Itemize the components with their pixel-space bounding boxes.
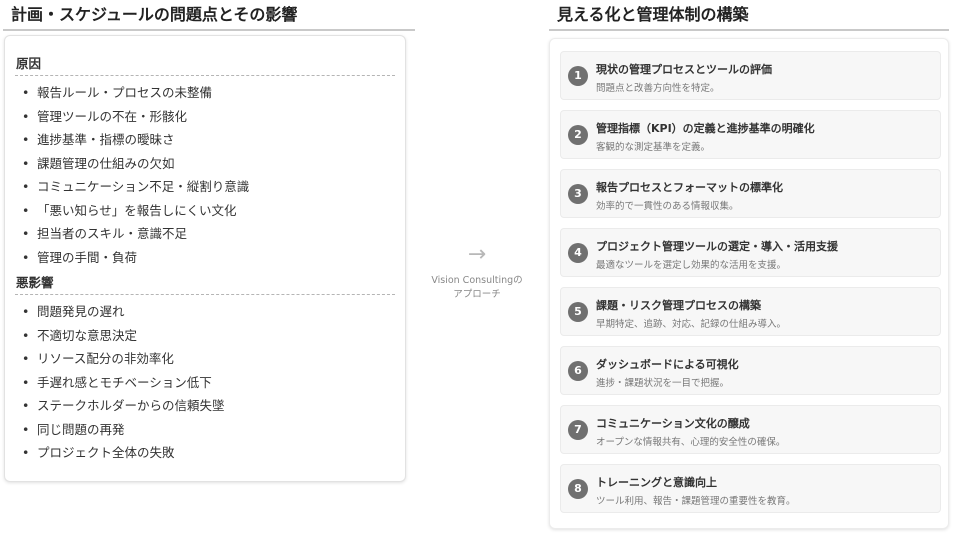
step-card-3: 3 報告プロセスとフォーマットの標準化 効率的で一貫性のある情報収集。 — [560, 169, 941, 218]
list-item: 課題管理の仕組みの欠如 — [15, 152, 395, 176]
step-description: 最適なツールを選定し効果的な活用を支援。 — [596, 260, 787, 271]
step-description: オープンな情報共有、心理的安全性の確保。 — [596, 437, 786, 448]
approach-connector: → Vision Consultingの アプローチ — [430, 242, 524, 302]
step-title: ダッシュボードによる可視化 — [596, 358, 739, 371]
step-title: 管理指標（KPI）の定義と進捗基準の明確化 — [596, 122, 815, 135]
step-title: トレーニングと意識向上 — [596, 476, 717, 489]
list-item: 「悪い知らせ」を報告しにくい文化 — [15, 199, 395, 223]
step-title: 課題・リスク管理プロセスの構築 — [596, 299, 761, 312]
step-title: プロジェクト管理ツールの選定・導入・活用支援 — [596, 240, 838, 253]
causes-heading: 原因 — [15, 54, 395, 76]
problems-title: 計画・スケジュールの問題点とその影響 — [3, 3, 415, 31]
step-number-badge: 4 — [568, 243, 588, 263]
list-item: 管理の手間・負荷 — [15, 246, 395, 270]
list-item: 問題発見の遅れ — [15, 300, 395, 324]
step-number-badge: 2 — [568, 125, 588, 145]
step-title: 現状の管理プロセスとツールの評価 — [596, 63, 772, 76]
step-title: 報告プロセスとフォーマットの標準化 — [596, 181, 783, 194]
step-number-badge: 1 — [568, 66, 588, 86]
list-item: コミュニケーション不足・縦割り意識 — [15, 175, 395, 199]
problems-card: 原因 報告ルール・プロセスの未整備 管理ツールの不在・形骸化 進捗基準・指標の曖… — [4, 35, 406, 482]
list-item: プロジェクト全体の失敗 — [15, 441, 395, 465]
list-item: リソース配分の非効率化 — [15, 347, 395, 371]
step-card-7: 7 コミュニケーション文化の醸成 オープンな情報共有、心理的安全性の確保。 — [560, 405, 941, 454]
list-item: 担当者のスキル・意識不足 — [15, 222, 395, 246]
effects-heading: 悪影響 — [15, 273, 395, 295]
step-description: ツール利用、報告・課題管理の重要性を教育。 — [596, 496, 796, 507]
step-card-5: 5 課題・リスク管理プロセスの構築 早期特定、追跡、対応、記録の仕組み導入。 — [560, 287, 941, 336]
approach-label-line1: Vision Consultingの — [431, 275, 523, 286]
step-card-8: 8 トレーニングと意識向上 ツール利用、報告・課題管理の重要性を教育。 — [560, 464, 941, 513]
list-item: 不適切な意思決定 — [15, 324, 395, 348]
step-description: 効率的で一貫性のある情報収集。 — [596, 201, 739, 212]
step-number-badge: 7 — [568, 420, 588, 440]
solution-title: 見える化と管理体制の構築 — [549, 3, 949, 31]
list-item: 手遅れ感とモチベーション低下 — [15, 371, 395, 395]
step-number-badge: 3 — [568, 184, 588, 204]
list-item: 進捗基準・指標の曖昧さ — [15, 128, 395, 152]
step-title: コミュニケーション文化の醸成 — [596, 417, 750, 430]
step-card-6: 6 ダッシュボードによる可視化 進捗・課題状況を一目で把握。 — [560, 346, 941, 395]
list-item: 管理ツールの不在・形骸化 — [15, 105, 395, 129]
arrow-right-icon: → — [467, 242, 487, 267]
step-description: 客観的な測定基準を定義。 — [596, 142, 711, 153]
causes-list: 報告ルール・プロセスの未整備 管理ツールの不在・形骸化 進捗基準・指標の曖昧さ … — [15, 76, 395, 269]
effects-list: 問題発見の遅れ 不適切な意思決定 リソース配分の非効率化 手遅れ感とモチベーショ… — [15, 295, 395, 465]
step-card-4: 4 プロジェクト管理ツールの選定・導入・活用支援 最適なツールを選定し効果的な活… — [560, 228, 941, 277]
step-description: 問題点と改善方向性を特定。 — [596, 83, 720, 94]
step-card-2: 2 管理指標（KPI）の定義と進捗基準の明確化 客観的な測定基準を定義。 — [560, 110, 941, 159]
approach-label-line2: アプローチ — [453, 289, 501, 300]
step-number-badge: 6 — [568, 361, 588, 381]
solution-panel: 1 現状の管理プロセスとツールの評価 問題点と改善方向性を特定。 2 管理指標（… — [549, 38, 949, 529]
step-number-badge: 5 — [568, 302, 588, 322]
list-item: 同じ問題の再発 — [15, 418, 395, 442]
step-description: 早期特定、追跡、対応、記録の仕組み導入。 — [596, 319, 787, 330]
step-description: 進捗・課題状況を一目で把握。 — [596, 378, 730, 389]
step-card-1: 1 現状の管理プロセスとツールの評価 問題点と改善方向性を特定。 — [560, 51, 941, 100]
step-number-badge: 8 — [568, 479, 588, 499]
approach-label: Vision Consultingの アプローチ — [430, 274, 524, 302]
list-item: 報告ルール・プロセスの未整備 — [15, 81, 395, 105]
list-item: ステークホルダーからの信頼失墜 — [15, 394, 395, 418]
